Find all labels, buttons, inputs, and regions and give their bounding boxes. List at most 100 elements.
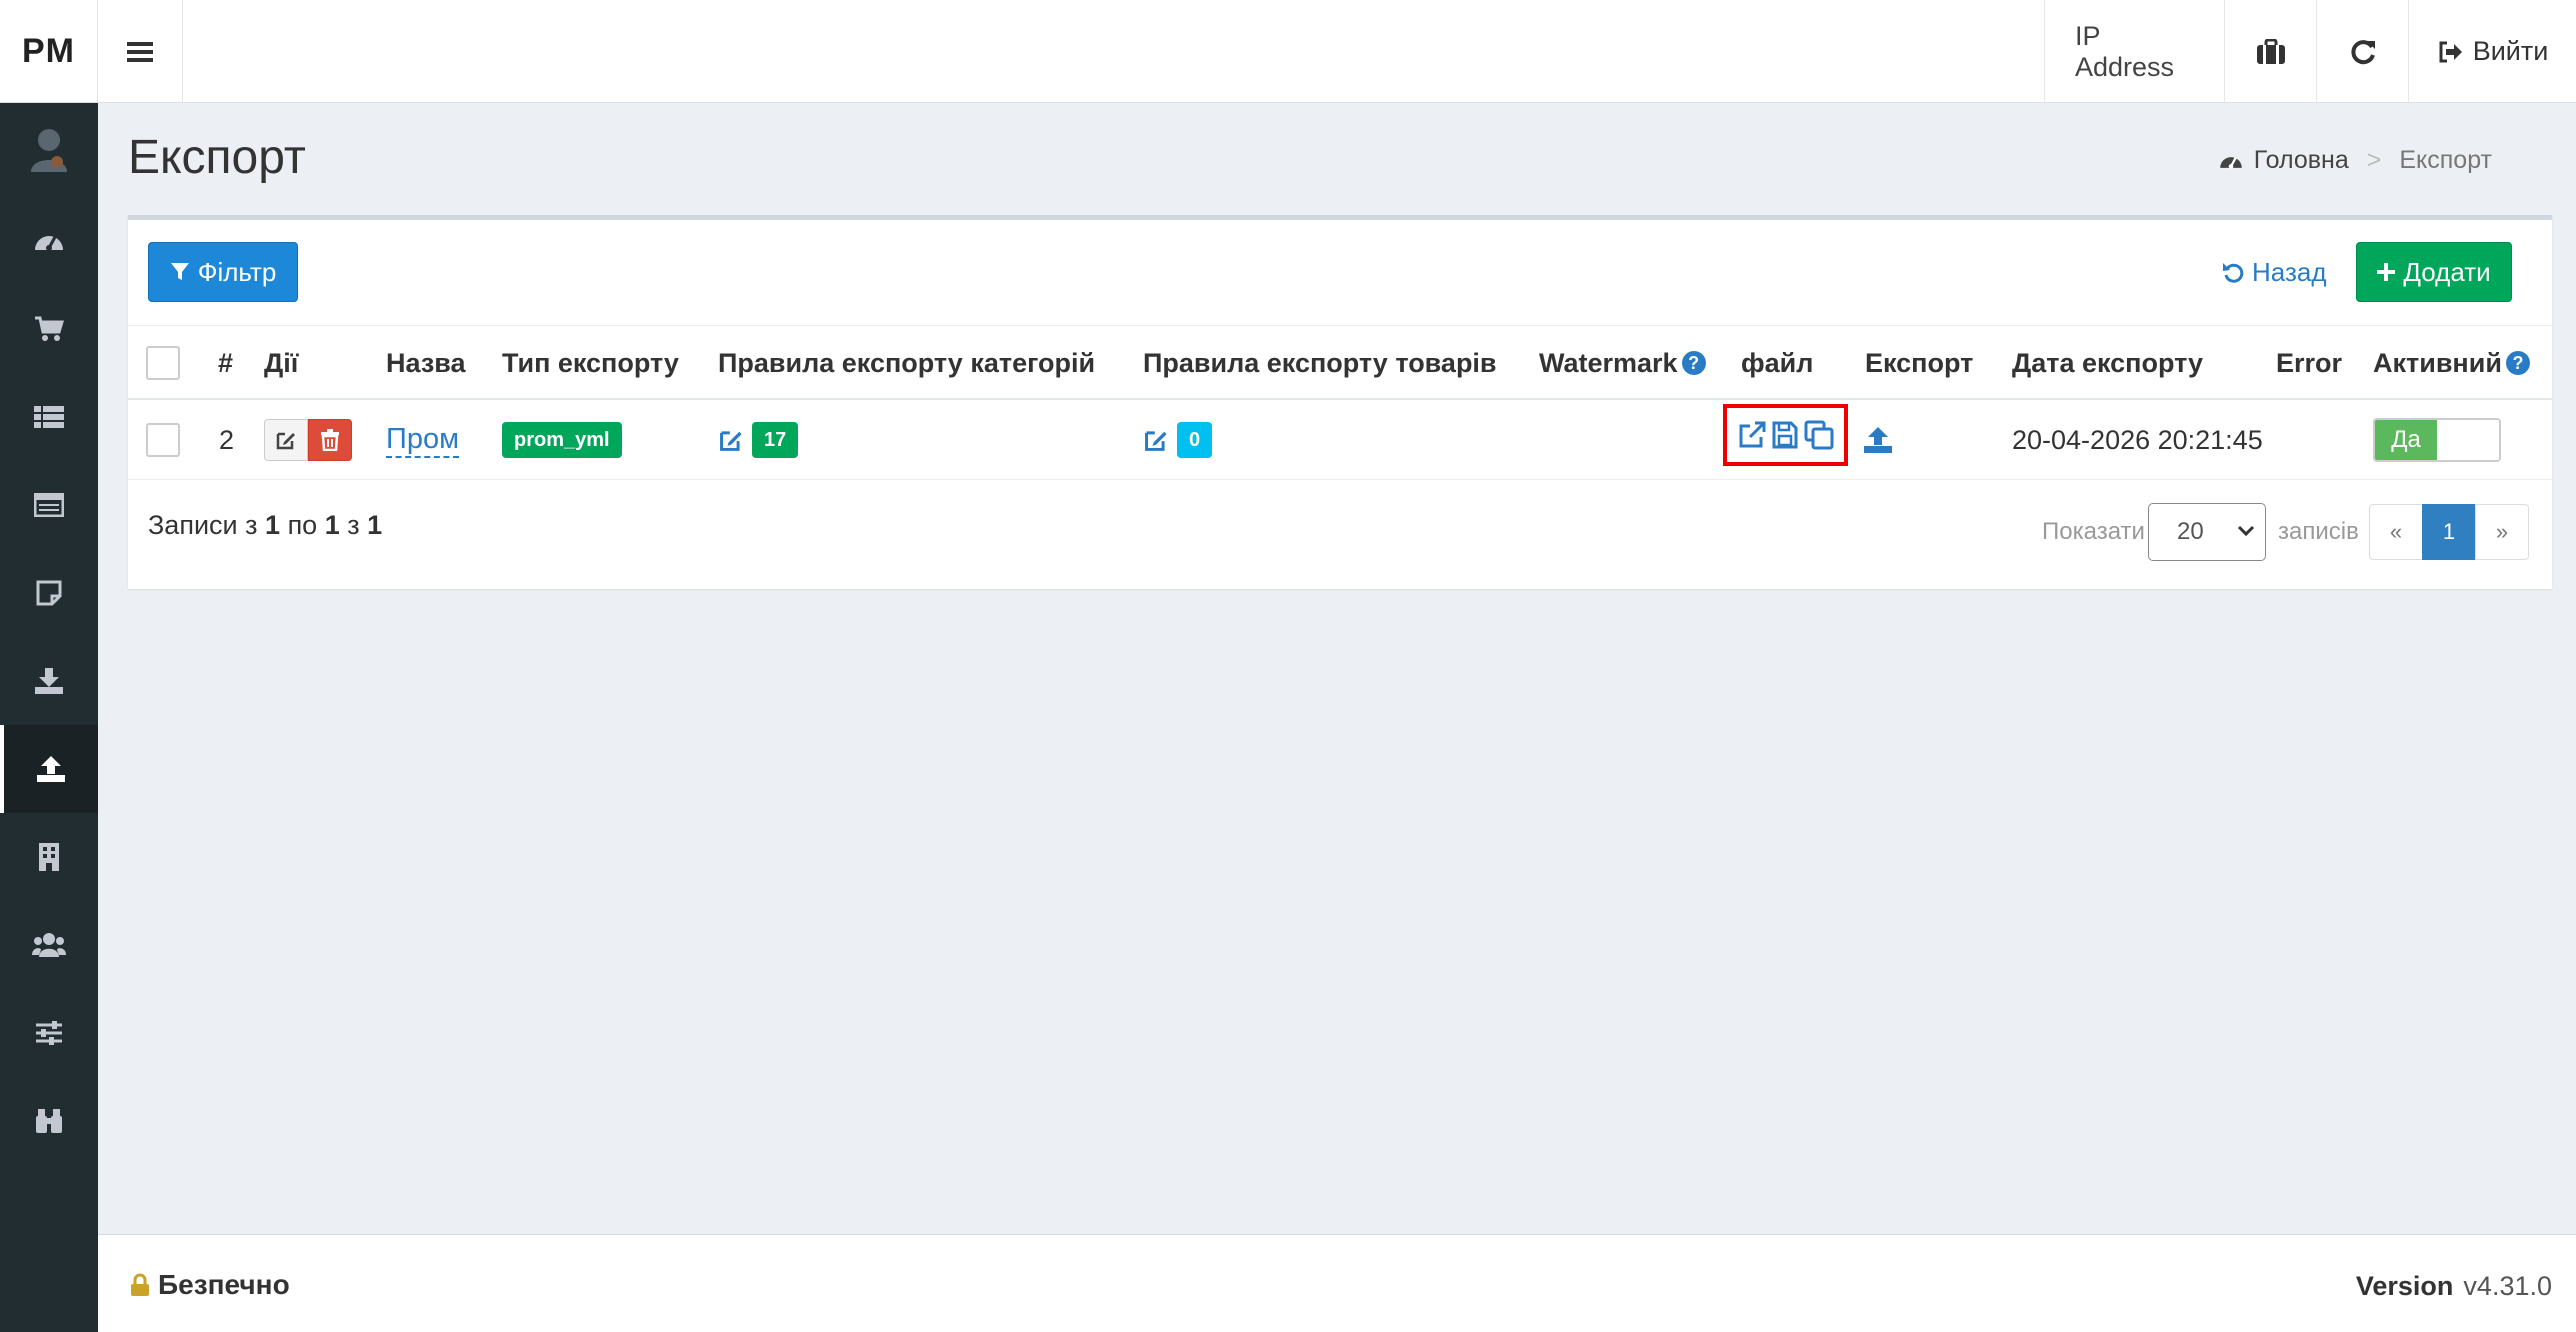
binoculars-icon [36,1109,62,1133]
export-list-panel: Фільтр Назад Додати # Дії Назва Тип експ… [128,215,2552,589]
refresh-button[interactable] [2316,0,2408,103]
sidebar-user-avatar[interactable] [0,103,98,197]
download-icon [35,668,63,694]
file-actions-highlight [1723,404,1848,466]
filter-button[interactable]: Фільтр [148,242,298,302]
edit-category-rules-icon[interactable] [718,427,744,453]
list-icon [34,406,64,428]
edit-icon [276,432,295,450]
sidebar-item-import[interactable] [0,637,98,725]
sidebar-item-monitoring[interactable] [0,1077,98,1165]
product-rules-count: 0 [1177,422,1213,458]
back-button[interactable]: Назад [2222,242,2327,302]
external-link-icon[interactable] [1738,421,1766,449]
breadcrumb-separator: > [2366,146,2382,174]
note-icon [36,580,62,606]
sidebar-item-table[interactable] [0,461,98,549]
hamburger-icon [127,41,153,62]
users-icon [32,933,66,957]
app-logo[interactable]: PM [0,0,98,103]
filter-button-label: Фільтр [197,256,277,287]
active-toggle-label: Да [2375,420,2437,460]
col-type[interactable]: Тип експорту [502,326,679,401]
help-icon[interactable]: ? [2505,350,2530,375]
edit-button[interactable] [264,419,308,461]
sidebar [0,103,98,1332]
col-watermark-wrap: Watermark? [1539,326,1706,401]
sign-out-icon [2439,41,2462,62]
col-active-wrap: Активний? [2373,326,2530,401]
sliders-icon [36,1021,62,1045]
col-category-rules[interactable]: Правила експорту категорій [718,326,1095,401]
col-error[interactable]: Error [2276,326,2342,401]
active-toggle[interactable]: Да [2373,418,2501,462]
sidebar-item-list[interactable] [0,373,98,461]
sidebar-toggle-button[interactable] [98,0,183,103]
add-button[interactable]: Додати [2356,242,2512,302]
upload-icon [37,756,65,782]
user-avatar-icon [31,129,67,172]
pagination: « 1 » [2369,504,2529,560]
table-row: 2 Пром prom_yml 17 0 20-04-2026 20:21:45… [128,400,2552,480]
page-size-value: 20 [2177,518,2204,545]
top-navbar: PM IP Address Вийти [0,0,2576,103]
sidebar-item-export[interactable] [0,725,98,813]
building-icon [39,843,59,871]
logout-label: Вийти [2472,36,2549,66]
version-info: Version v4.31.0 [2356,1271,2552,1302]
page-size-select[interactable]: 20 [2148,503,2266,561]
logout-button[interactable]: Вийти [2408,0,2576,103]
sidebar-item-notes[interactable] [0,549,98,637]
breadcrumb-home-link[interactable]: Головна [2254,146,2349,175]
pagination-next[interactable]: » [2475,504,2529,560]
category-rules-count: 17 [752,422,799,458]
back-button-label: Назад [2252,256,2327,287]
sidebar-item-orders[interactable] [0,285,98,373]
col-num[interactable]: # [218,326,233,401]
lock-icon [131,1273,149,1296]
sidebar-item-settings[interactable] [0,989,98,1077]
select-all-checkbox[interactable] [146,346,180,380]
col-product-rules[interactable]: Правила експорту товарів [1143,326,1497,401]
table-header-row: # Дії Назва Тип експорту Правила експорт… [128,325,2552,400]
save-icon[interactable] [1772,421,1798,449]
sidebar-item-companies[interactable] [0,813,98,901]
dashboard-icon [35,236,63,251]
upload-icon[interactable] [1863,426,1893,454]
col-name[interactable]: Назва [386,326,466,401]
export-date: 20-04-2026 20:21:45 [2012,424,2263,455]
col-export-date[interactable]: Дата експорту [2012,326,2203,401]
records-info: Записи з 1 по 1 з 1 [148,510,383,540]
row-checkbox[interactable] [146,400,180,480]
delete-button[interactable] [308,419,352,461]
pagination-page-1[interactable]: 1 [2422,504,2476,560]
briefcase-icon [2256,38,2285,64]
cart-icon [35,316,64,341]
row-actions [264,419,352,461]
sidebar-item-users[interactable] [0,901,98,989]
col-watermark[interactable]: Watermark [1539,348,1678,378]
help-icon[interactable]: ? [1681,350,1706,375]
page-title: Експорт [128,131,306,184]
secure-indicator: Безпечно [130,1269,290,1301]
plus-icon [2377,263,2396,281]
footer: Безпечно Version v4.31.0 [98,1234,2576,1332]
version-value: v4.31.0 [2463,1271,2552,1301]
ip-address-button[interactable]: IP Address [2044,0,2224,103]
secure-label: Безпечно [158,1269,290,1300]
refresh-icon [2350,39,2375,64]
filter-icon [170,263,189,280]
pagination-prev[interactable]: « [2369,504,2423,560]
col-file: файл [1741,348,1814,378]
col-active[interactable]: Активний [2373,348,2502,378]
export-name-link[interactable]: Пром [386,422,460,458]
show-label: Показати [2042,518,2145,545]
edit-product-rules-icon[interactable] [1143,427,1169,453]
dashboard-icon [2219,156,2242,169]
briefcase-button[interactable] [2224,0,2316,103]
sidebar-item-dashboard[interactable] [0,197,98,285]
col-export: Експорт [1865,348,1974,378]
table-icon [34,493,64,517]
copy-icon[interactable] [1804,420,1834,450]
row-num: 2 [219,424,235,455]
